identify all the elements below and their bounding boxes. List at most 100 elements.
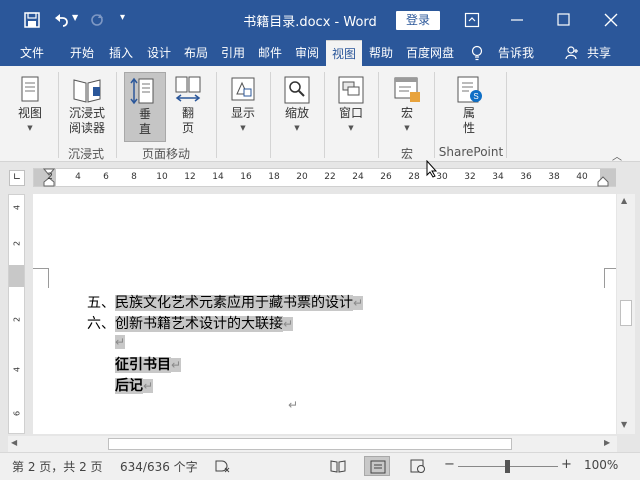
toc-line-prefix: 六、 (87, 316, 115, 332)
right-indent-marker-icon[interactable] (597, 174, 609, 188)
window-button[interactable]: 窗口 ▼ (330, 74, 372, 136)
paragraph-mark: ↵ (171, 358, 182, 372)
scroll-up-icon[interactable]: ▲ (621, 196, 627, 205)
zoom-out-button[interactable]: − (444, 457, 455, 472)
vertical-scrollbar[interactable]: ▲ ▼ (617, 194, 635, 434)
maximize-icon[interactable] (556, 12, 572, 28)
toc-line-5[interactable]: 五、民族文化艺术元素应用于藏书票的设计↵ (87, 292, 364, 312)
paragraph-mark: ↵ (115, 335, 126, 349)
paragraph-mark: ↵ (143, 379, 154, 393)
macros-label: 宏 (400, 106, 413, 120)
vertical-scroll-thumb[interactable] (620, 300, 632, 326)
ribbon-display-options-icon[interactable] (464, 12, 480, 28)
show-button[interactable]: 显示 ▼ (222, 74, 264, 136)
tab-insert[interactable]: 插入 (103, 40, 139, 66)
tab-layout[interactable]: 布局 (178, 40, 214, 66)
zoom-label: 缩放 (284, 106, 309, 120)
tell-me-search[interactable]: 告诉我 (492, 40, 540, 66)
vruler-margin (9, 265, 24, 287)
print-layout-button[interactable] (364, 456, 390, 476)
read-mode-icon[interactable] (330, 459, 346, 473)
tab-view[interactable]: 视图 (326, 40, 362, 66)
trailing-paragraph[interactable]: ↵ (288, 397, 298, 413)
ruler-tick-label: 24 (352, 172, 364, 182)
document-page[interactable]: 五、民族文化艺术元素应用于藏书票的设计↵ 六、创新书籍艺术设计的大联接↵ ↵ 征… (33, 194, 616, 434)
customize-qat-icon[interactable]: ▾ (120, 12, 125, 23)
views-button[interactable]: 视图 ▼ (10, 74, 50, 136)
collapse-ribbon-icon[interactable]: ︿ (612, 148, 622, 163)
proofing-icon[interactable] (214, 459, 230, 473)
properties-icon: S (457, 76, 482, 103)
tab-design[interactable]: 设计 (141, 40, 177, 66)
tab-home[interactable]: 开始 (64, 40, 100, 66)
scroll-left-icon[interactable]: ◀ (11, 438, 17, 447)
word-count[interactable]: 634/636 个字 (120, 458, 198, 475)
minimize-icon[interactable] (509, 12, 525, 28)
menu-bar: 文件 开始 插入 设计 布局 引用 邮件 审阅 视图 帮助 百度网盘 告诉我 共… (0, 40, 640, 66)
login-button[interactable]: 登录 (396, 11, 440, 30)
empty-paragraph[interactable]: ↵ (115, 334, 126, 350)
ruler-tick-label: 38 (548, 172, 560, 182)
group-divider (434, 72, 435, 158)
ruler-tick-label: 10 (156, 172, 168, 182)
toc-line-text: 创新书籍艺术设计的大联接 (115, 316, 283, 332)
zoom-slider-thumb[interactable] (505, 460, 510, 473)
views-label: 视图 (17, 106, 42, 120)
lightbulb-icon[interactable] (470, 45, 484, 61)
undo-dropdown-icon[interactable]: ▼ (72, 13, 78, 22)
horizontal-ruler[interactable]: 2 4 6 8 10 12 14 16 18 20 22 24 26 28 30 32 34 36 38 40 (33, 168, 616, 187)
ruler-tick-label: 36 (520, 172, 532, 182)
tab-references[interactable]: 引用 (215, 40, 251, 66)
undo-icon[interactable] (54, 12, 70, 28)
ruler-tick-label: 14 (212, 172, 224, 182)
save-icon[interactable] (24, 12, 40, 28)
share-button[interactable]: 共享 (582, 40, 616, 66)
show-icon (231, 77, 255, 101)
scroll-down-icon[interactable]: ▼ (621, 420, 627, 429)
tab-mailings[interactable]: 邮件 (252, 40, 288, 66)
properties-label-1: 属 (462, 106, 475, 120)
group-divider (324, 72, 325, 158)
zoom-button[interactable]: 缩放 ▼ (276, 74, 318, 136)
page-count[interactable]: 第 2 页，共 2 页 (12, 458, 103, 475)
tab-help[interactable]: 帮助 (363, 40, 399, 66)
chevron-down-icon: ▼ (348, 124, 354, 132)
redo-icon[interactable] (89, 12, 105, 28)
close-icon[interactable] (603, 12, 619, 28)
mouse-pointer-icon (426, 160, 438, 178)
group-divider (378, 72, 379, 158)
tab-baidu-netdisk[interactable]: 百度网盘 (400, 40, 460, 66)
vertical-scroll-button[interactable]: 垂 直 (124, 72, 166, 142)
properties-button[interactable]: S 属 性 (448, 74, 490, 136)
print-layout-icon (370, 460, 386, 474)
tab-selector[interactable]: ∟ (9, 170, 25, 186)
ruler-tick-label: 20 (296, 172, 308, 182)
horizontal-scrollbar[interactable]: ◀ ▶ (8, 436, 617, 452)
scroll-right-icon[interactable]: ▶ (604, 438, 610, 447)
paragraph-mark: ↵ (283, 317, 294, 331)
toc-line-text: 民族文化艺术元素应用于藏书票的设计 (115, 295, 353, 311)
tab-review[interactable]: 审阅 (289, 40, 325, 66)
immersive-reader-label-1: 沉浸式 (68, 106, 105, 120)
share-person-icon[interactable] (565, 46, 579, 60)
macro-icon (394, 77, 420, 102)
ruler-tick-label: 32 (464, 172, 476, 182)
side-to-side-button[interactable]: 翻 页 (168, 74, 208, 136)
zoom-in-button[interactable]: + (561, 457, 572, 472)
heading-postscript[interactable]: 后记↵ (115, 375, 154, 395)
vertical-ruler[interactable]: 4 2 2 4 6 (8, 194, 25, 434)
macros-button[interactable]: 宏 ▼ (386, 74, 428, 136)
immersive-reader-button[interactable]: 沉浸式 阅读器 (62, 74, 112, 136)
ruler-tick-label: 22 (324, 172, 336, 182)
chevron-down-icon: ▼ (27, 124, 33, 132)
window-icon (338, 76, 364, 104)
heading-references[interactable]: 征引书目↵ (115, 354, 182, 374)
group-label-sharepoint: SharePoint (438, 145, 504, 159)
ruler-tick-label: 4 (75, 172, 81, 182)
zoom-level[interactable]: 100% (584, 458, 618, 472)
tab-file[interactable]: 文件 (12, 40, 52, 66)
web-layout-icon[interactable] (410, 459, 426, 473)
horizontal-scroll-thumb[interactable] (108, 438, 512, 450)
toc-line-6[interactable]: 六、创新书籍艺术设计的大联接↵ (87, 313, 294, 333)
magnifier-icon (284, 76, 310, 104)
